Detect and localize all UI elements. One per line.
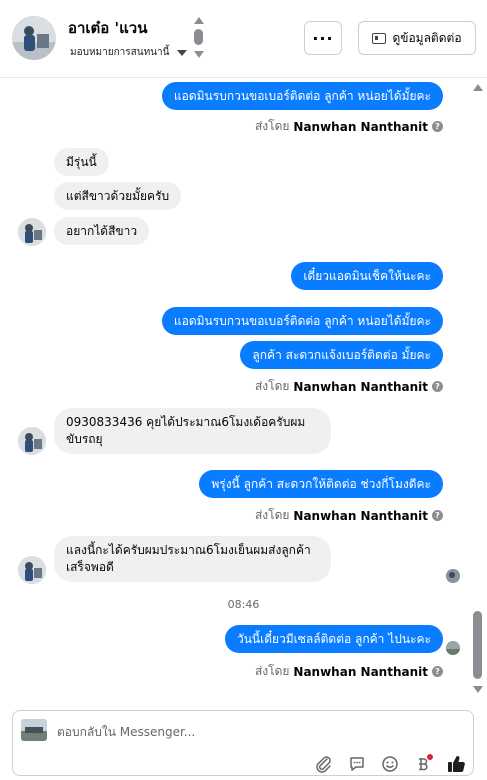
seen-indicator-avatar: [446, 569, 460, 583]
message-bubble-outgoing[interactable]: พรุ่งนี้ ลูกค้า สะดวกให้ติดต่อ ช่วงกี่โม…: [199, 470, 443, 498]
help-icon[interactable]: ?: [432, 121, 443, 132]
message-bubble-outgoing[interactable]: เดี๋ยวแอดมินเช็คให้นะคะ: [291, 262, 443, 290]
contact-avatar-small[interactable]: [18, 427, 46, 455]
message-text: แลงนี้กะได้ครับผมประมาณ6โมงเย็นผมส่งลูกค…: [66, 543, 311, 574]
message-text: แอดมินรบกวนขอเบอร์ติดต่อ ลูกค้า หน่อยได้…: [173, 89, 431, 103]
message-timestamp: 08:46: [227, 598, 260, 611]
notification-dot: [427, 754, 433, 760]
sender-name: Nanwhan Nanthanit: [293, 379, 428, 394]
message-bubble-outgoing[interactable]: แอดมินรบกวนขอเบอร์ติดต่อ ลูกค้า หน่อยได้…: [161, 307, 443, 335]
chat-bubble-icon[interactable]: [346, 754, 367, 774]
sent-by-label: ส่งโดย Nanwhan Nanthanit?: [255, 117, 443, 136]
assign-conversation-dropdown[interactable]: มอบหมายการสนทนานี้: [70, 45, 188, 60]
message-bubble-outgoing[interactable]: ลูกค้า สะดวกแจ้งเบอร์ติดต่อ มั้ยคะ: [240, 341, 443, 369]
sent-by-prefix: ส่งโดย: [254, 664, 290, 678]
header-scroll-control[interactable]: [193, 17, 205, 59]
thumbs-up-icon[interactable]: [445, 754, 466, 774]
assign-conversation-label: มอบหมายการสนทนานี้: [70, 47, 170, 58]
page-avatar: [21, 719, 47, 741]
message-text: วันนี้เดี๋ยวมีเซลล์ติดต่อ ลูกค้า ไปนะคะ: [236, 632, 431, 646]
contact-avatar-small[interactable]: [18, 218, 46, 246]
scroll-down-icon[interactable]: [473, 686, 483, 693]
view-contact-info-label: ดูข้อมูลติดต่อ: [392, 30, 462, 45]
sender-name: Nanwhan Nanthanit: [293, 119, 428, 134]
paperclip-icon[interactable]: [313, 754, 334, 774]
seen-indicator-avatar: [446, 641, 460, 655]
message-bubble-incoming[interactable]: 0930833436 คุยได้ประมาณ6โมงเด้อครับผมขับ…: [54, 408, 331, 454]
message-text: อยากได้สีขาว: [66, 224, 138, 238]
conversation-header: อาเต๋อ 'แวน มอบหมายการสนทนานี้ ··· ดูข้อ…: [0, 0, 487, 78]
help-icon[interactable]: ?: [432, 666, 443, 677]
sent-by-label: ส่งโดย Nanwhan Nanthanit?: [255, 662, 443, 681]
contact-avatar[interactable]: [12, 16, 56, 60]
scroll-down-icon[interactable]: [194, 51, 204, 58]
message-bubble-outgoing[interactable]: วันนี้เดี๋ยวมีเซลล์ติดต่อ ลูกค้า ไปนะคะ: [224, 625, 443, 653]
contact-name: อาเต๋อ 'แวน: [68, 19, 148, 37]
baht-icon[interactable]: [412, 754, 433, 774]
sender-name: Nanwhan Nanthanit: [293, 508, 428, 523]
scroll-up-icon[interactable]: [194, 17, 204, 24]
message-bubble-incoming[interactable]: แลงนี้กะได้ครับผมประมาณ6โมงเย็นผมส่งลูกค…: [54, 536, 331, 582]
sent-by-prefix: ส่งโดย: [254, 379, 290, 393]
more-options-button[interactable]: ···: [304, 21, 342, 55]
message-bubble-incoming[interactable]: มีรุ่นนี้: [54, 148, 109, 176]
message-text: เดี๋ยวแอดมินเช็คให้นะคะ: [303, 269, 431, 283]
help-icon[interactable]: ?: [432, 510, 443, 521]
emoji-icon[interactable]: [379, 754, 400, 774]
message-composer: [12, 710, 474, 776]
contact-avatar-small[interactable]: [18, 556, 46, 584]
chevron-down-icon: [177, 49, 188, 56]
message-bubble-incoming[interactable]: แต่สีขาวด้วยมั้ยครับ: [54, 182, 182, 210]
sender-name: Nanwhan Nanthanit: [293, 664, 428, 679]
help-icon[interactable]: ?: [432, 381, 443, 392]
sent-by-prefix: ส่งโดย: [254, 119, 290, 133]
scroll-thumb[interactable]: [194, 29, 203, 45]
more-options-label: ···: [312, 28, 334, 48]
sent-by-prefix: ส่งโดย: [254, 508, 290, 522]
message-thread[interactable]: แอดมินรบกวนขอเบอร์ติดต่อ ลูกค้า หน่อยได้…: [0, 78, 487, 700]
id-card-icon: [372, 32, 387, 44]
scroll-thumb[interactable]: [473, 611, 482, 679]
view-contact-info-button[interactable]: ดูข้อมูลติดต่อ: [358, 21, 476, 55]
message-bubble-incoming[interactable]: อยากได้สีขาว: [54, 217, 150, 245]
scroll-up-icon[interactable]: [473, 84, 483, 91]
message-text: 0930833436 คุยได้ประมาณ6โมงเด้อครับผมขับ…: [66, 415, 306, 446]
thread-scrollbar[interactable]: [471, 78, 485, 700]
reply-input[interactable]: [57, 721, 457, 743]
message-text: ลูกค้า สะดวกแจ้งเบอร์ติดต่อ มั้ยคะ: [252, 348, 431, 362]
message-bubble-outgoing[interactable]: แอดมินรบกวนขอเบอร์ติดต่อ ลูกค้า หน่อยได้…: [161, 82, 443, 110]
message-text: แต่สีขาวด้วยมั้ยครับ: [66, 189, 170, 203]
message-text: มีรุ่นนี้: [66, 155, 97, 169]
message-text: แอดมินรบกวนขอเบอร์ติดต่อ ลูกค้า หน่อยได้…: [173, 314, 431, 328]
message-text: พรุ่งนี้ ลูกค้า สะดวกให้ติดต่อ ช่วงกี่โม…: [211, 477, 431, 491]
sent-by-label: ส่งโดย Nanwhan Nanthanit?: [255, 377, 443, 396]
composer-toolbar: [313, 754, 466, 774]
sent-by-label: ส่งโดย Nanwhan Nanthanit?: [255, 506, 443, 525]
